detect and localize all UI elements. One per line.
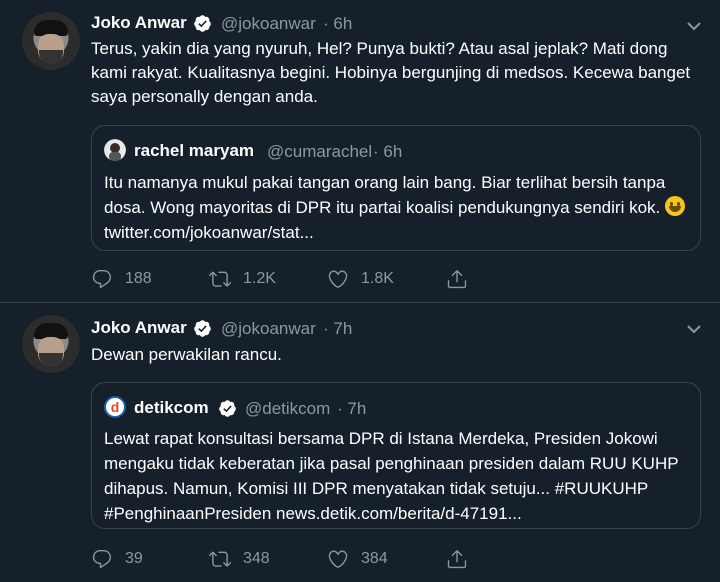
like-icon bbox=[328, 550, 348, 568]
tweet-text: Dewan perwakilan rancu. bbox=[91, 345, 282, 364]
tweet-time[interactable]: · 7h bbox=[323, 319, 352, 339]
tweet[interactable]: Joko Anwar @jokoanwar · 7h Dewan perwaki… bbox=[0, 303, 720, 582]
quoted-time: · 7h bbox=[337, 399, 367, 418]
reply-icon bbox=[92, 270, 112, 289]
quoted-author-handle: @cumarachel bbox=[267, 142, 373, 161]
reply-icon bbox=[92, 550, 112, 569]
chevron-down-icon[interactable] bbox=[686, 323, 702, 335]
reply-button[interactable]: 39 bbox=[91, 548, 143, 570]
chevron-down-icon[interactable] bbox=[686, 20, 702, 32]
quoted-time: · 6h bbox=[373, 142, 403, 161]
reply-count: 188 bbox=[125, 270, 152, 287]
verified-badge-icon bbox=[219, 400, 236, 417]
avatar[interactable] bbox=[22, 315, 80, 373]
like-count: 384 bbox=[361, 550, 388, 567]
retweet-button[interactable]: 348 bbox=[209, 548, 270, 570]
quoted-author-handle: @detikcom bbox=[245, 399, 331, 418]
quoted-text-body: Itu namanya mukul pakai tangan orang lai… bbox=[104, 173, 666, 217]
quoted-tweet[interactable]: d detikcom @detikcom · 7h Lewat rapat ko… bbox=[91, 382, 701, 529]
tweet-text: Terus, yakin dia yang nyuruh, Hel? Punya… bbox=[91, 39, 691, 106]
retweet-count: 348 bbox=[243, 550, 270, 567]
quoted-link: twitter.com/jokoanwar/stat... bbox=[104, 223, 314, 242]
retweet-count: 1.2K bbox=[243, 270, 276, 287]
svg-text:d: d bbox=[111, 399, 120, 415]
author-name[interactable]: Joko Anwar bbox=[91, 318, 187, 338]
retweet-icon bbox=[209, 551, 231, 567]
retweet-button[interactable]: 1.2K bbox=[209, 268, 276, 290]
smiley-emoji-icon bbox=[665, 196, 685, 216]
retweet-icon bbox=[209, 271, 231, 287]
quoted-tweet[interactable]: rachel maryam @cumarachel · 6h Itu naman… bbox=[91, 125, 701, 251]
quoted-text: Itu namanya mukul pakai tangan orang lai… bbox=[104, 170, 694, 245]
share-icon bbox=[447, 550, 467, 569]
author-handle[interactable]: @jokoanwar bbox=[221, 14, 316, 34]
tweet-time[interactable]: · 6h bbox=[323, 14, 352, 34]
quoted-author-name: rachel maryam bbox=[134, 141, 255, 160]
like-button[interactable]: 1.8K bbox=[327, 268, 394, 290]
quoted-avatar bbox=[104, 139, 126, 161]
author-name[interactable]: Joko Anwar bbox=[91, 13, 187, 33]
author-handle[interactable]: @jokoanwar bbox=[221, 319, 316, 339]
share-button[interactable] bbox=[446, 548, 480, 570]
like-icon bbox=[328, 270, 348, 288]
verified-badge-icon bbox=[194, 320, 211, 337]
reply-button[interactable]: 188 bbox=[91, 268, 152, 290]
tweet[interactable]: Joko Anwar @jokoanwar · 6h Terus, yakin … bbox=[0, 0, 720, 303]
share-button[interactable] bbox=[446, 268, 480, 290]
share-icon bbox=[447, 270, 467, 289]
detikcom-logo-icon: d bbox=[104, 396, 126, 418]
like-count: 1.8K bbox=[361, 270, 394, 287]
avatar[interactable] bbox=[22, 12, 80, 70]
reply-count: 39 bbox=[125, 550, 143, 567]
like-button[interactable]: 384 bbox=[327, 548, 388, 570]
verified-badge-icon bbox=[194, 15, 211, 32]
quoted-author-name: detikcom bbox=[134, 398, 209, 417]
quoted-text: Lewat rapat konsultasi bersama DPR di Is… bbox=[104, 429, 679, 523]
